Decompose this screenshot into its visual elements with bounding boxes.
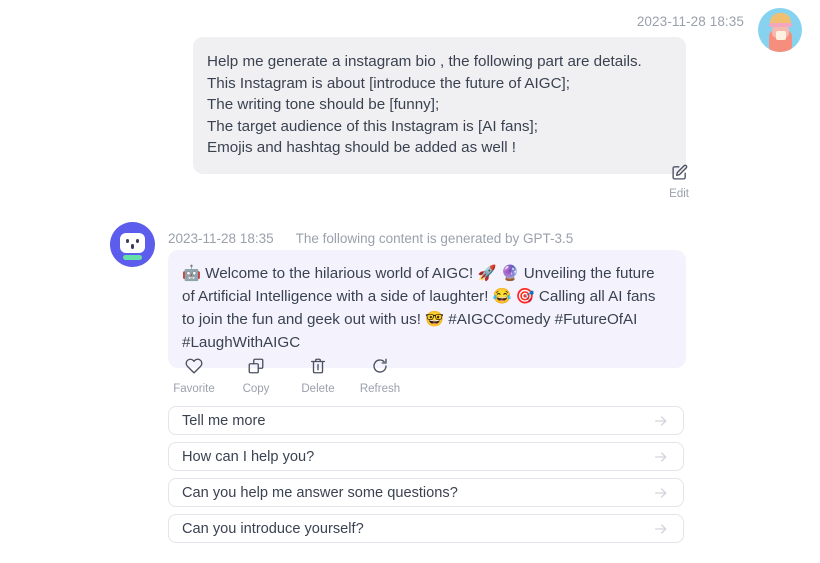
assistant-generated-by-label: The following content is generated by GP… bbox=[295, 231, 574, 246]
user-message-timestamp: 2023-11-28 18:35 bbox=[636, 14, 744, 29]
refresh-button[interactable]: Refresh bbox=[358, 357, 402, 395]
copy-icon bbox=[247, 357, 265, 380]
arrow-right-icon bbox=[653, 521, 669, 537]
avatar-bib bbox=[776, 31, 786, 40]
robot-eye-left bbox=[126, 239, 130, 243]
arrow-right-icon bbox=[653, 413, 669, 429]
robot-eye-right bbox=[135, 239, 139, 243]
copy-label: Copy bbox=[242, 383, 270, 395]
arrow-right-icon bbox=[653, 449, 669, 465]
delete-button[interactable]: Delete bbox=[296, 357, 340, 395]
robot-mouth bbox=[123, 255, 142, 260]
user-avatar bbox=[758, 8, 802, 52]
edit-button[interactable]: Edit bbox=[669, 164, 689, 200]
user-message-bubble: Help me generate a instagram bio , the f… bbox=[193, 37, 686, 174]
delete-label: Delete bbox=[301, 383, 335, 395]
suggestion-label: Tell me more bbox=[182, 412, 266, 429]
chat-conversation-view: 2023-11-28 18:35 Help me generate a inst… bbox=[0, 0, 820, 563]
favorite-button[interactable]: Favorite bbox=[172, 357, 216, 395]
trash-icon bbox=[309, 357, 327, 380]
suggestion-label: Can you help me answer some questions? bbox=[182, 484, 458, 501]
assistant-message-bubble: 🤖 Welcome to the hilarious world of AIGC… bbox=[168, 250, 686, 368]
copy-button[interactable]: Copy bbox=[234, 357, 278, 395]
favorite-label: Favorite bbox=[173, 383, 215, 395]
robot-nose bbox=[131, 244, 135, 249]
suggestion-item-2[interactable]: Can you help me answer some questions? bbox=[168, 478, 684, 507]
suggestion-item-0[interactable]: Tell me more bbox=[168, 406, 684, 435]
suggestion-list: Tell me more How can I help you? Can you… bbox=[168, 406, 684, 543]
assistant-message-timestamp: 2023-11-28 18:35 bbox=[168, 231, 274, 246]
assistant-message-actions: Favorite Copy Delete Refresh bbox=[172, 357, 402, 395]
refresh-icon bbox=[371, 357, 389, 380]
robot-head-icon bbox=[120, 233, 145, 253]
refresh-label: Refresh bbox=[359, 383, 401, 395]
suggestion-item-1[interactable]: How can I help you? bbox=[168, 442, 684, 471]
suggestion-item-3[interactable]: Can you introduce yourself? bbox=[168, 514, 684, 543]
suggestion-label: How can I help you? bbox=[182, 448, 315, 465]
assistant-avatar bbox=[110, 222, 155, 267]
assistant-message-header: 2023-11-28 18:35 The following content i… bbox=[168, 231, 573, 246]
avatar-headband bbox=[769, 23, 792, 27]
arrow-right-icon bbox=[653, 485, 669, 501]
user-message-block: 2023-11-28 18:35 Help me generate a inst… bbox=[0, 0, 820, 200]
edit-label: Edit bbox=[669, 188, 689, 200]
edit-icon bbox=[671, 164, 688, 186]
suggestion-label: Can you introduce yourself? bbox=[182, 520, 364, 537]
heart-icon bbox=[185, 357, 203, 380]
